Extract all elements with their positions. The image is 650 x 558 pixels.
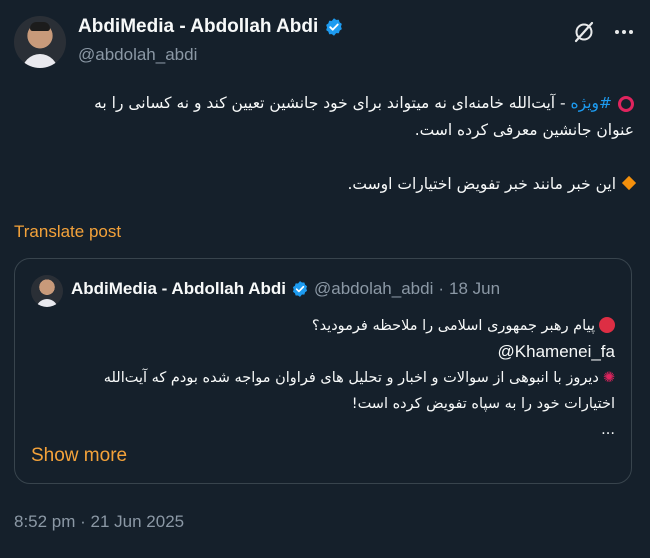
quoted-line-4: اختیارات خود را به سپاه تفویض کرده است! [351, 396, 615, 412]
quoted-line-1-text: پیام رهبر جمهوری اسلامی را ملاحظه فرمودی… [311, 318, 595, 334]
mention-link[interactable]: @Khamenei_fa [498, 342, 615, 361]
quoted-line-1: پیام رهبر جمهوری اسلامی را ملاحظه فرمودی… [35, 313, 615, 339]
quoted-line-3: ✺دیروز با انبوهی از سوالات و اخبار و تحل… [35, 365, 615, 391]
post-timestamp[interactable]: 8:52 pm · 21 Jun 2025 [14, 512, 184, 532]
author-avatar[interactable] [14, 16, 66, 68]
post-line-2: عنوان جانشین معرفی کرده است. [414, 121, 634, 139]
quoted-display-name[interactable]: AbdiMedia - Abdollah Abdi [71, 279, 286, 299]
quoted-post[interactable]: AbdiMedia - Abdollah Abdi @abdolah_abdi … [14, 258, 632, 484]
quoted-ellipsis: ... [601, 422, 615, 438]
quoted-verified-badge-icon [292, 281, 308, 297]
post-line-1-text: - آیت‌الله خامنه‌ای نه میتواند برای خود … [94, 94, 571, 112]
avatar-shirt [22, 54, 58, 68]
post-text: #ویژه - آیت‌الله خامنه‌ای نه میتواند برا… [34, 90, 637, 198]
author-handle[interactable]: @abdolah_abdi [78, 45, 197, 65]
orange-diamond-icon [621, 175, 637, 191]
quoted-author-avatar[interactable] [31, 275, 63, 307]
post-line-3: این خبر مانند خبر تفویض اختیارات اوست. [34, 171, 637, 198]
author-display-name[interactable]: AbdiMedia - Abdollah Abdi [78, 16, 318, 38]
verified-badge-icon [326, 18, 343, 36]
post-line-3-text: این خبر مانند خبر تفویض اختیارات اوست. [347, 175, 617, 193]
more-options-icon[interactable] [612, 20, 636, 44]
quoted-handle[interactable]: @abdolah_abdi [314, 279, 433, 299]
quoted-separator: · [438, 279, 445, 298]
quoted-date[interactable]: 18 Jun [449, 279, 500, 299]
quoted-post-text: پیام رهبر جمهوری اسلامی را ملاحظه فرمودی… [35, 313, 615, 443]
red-dot-icon [599, 317, 615, 333]
anger-symbol-icon: ✺ [602, 370, 615, 386]
quoted-mention-line: @Khamenei_fa [35, 339, 615, 365]
post-line-1: #ویژه - آیت‌الله خامنه‌ای نه میتواند برا… [34, 90, 634, 117]
post-header: AbdiMedia - Abdollah Abdi @abdolah_abdi [14, 14, 636, 72]
avatar-hair [30, 22, 50, 31]
quoted-post-header: AbdiMedia - Abdollah Abdi @abdolah_abdi … [71, 279, 500, 299]
translate-post-link[interactable]: Translate post [14, 222, 121, 242]
red-circle-icon [618, 96, 634, 112]
hashtag-link[interactable]: #ویژه [571, 94, 612, 112]
grok-icon[interactable] [572, 20, 596, 44]
quoted-avatar-shirt [36, 299, 58, 307]
author-name-line: AbdiMedia - Abdollah Abdi [78, 16, 344, 38]
quoted-line-3-text: دیروز با انبوهی از سوالات و اخبار و تحلی… [103, 370, 599, 386]
show-more-link[interactable]: Show more [31, 445, 127, 467]
